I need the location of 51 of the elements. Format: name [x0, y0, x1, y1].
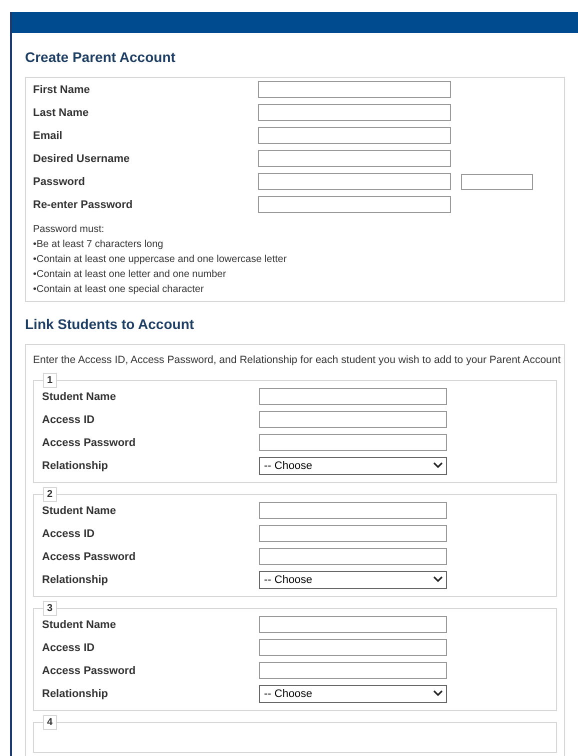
group-number: 3 [43, 600, 57, 616]
text-field[interactable] [259, 524, 447, 542]
field-label: Password [33, 175, 86, 190]
group-number: 1 [43, 372, 57, 388]
relationship-dropdown[interactable]: -- Choose [259, 684, 447, 703]
text-field[interactable] [259, 410, 447, 428]
field-label: Relationship [42, 458, 110, 474]
field-label: Relationship [42, 686, 110, 702]
relationship-dropdown[interactable]: -- Choose [259, 456, 447, 475]
field-label: Student Name [42, 390, 117, 405]
chevron-down-icon [433, 690, 443, 698]
field-label: Access ID [42, 412, 96, 428]
text-field[interactable] [258, 173, 451, 190]
field-label: Re-enter Password [33, 198, 134, 213]
field-label: Access Password [42, 436, 137, 451]
text-field[interactable] [461, 174, 533, 190]
text-field[interactable] [259, 434, 447, 451]
text-field[interactable] [259, 502, 447, 519]
text-field[interactable] [259, 662, 447, 679]
field-label: First Name [33, 83, 91, 98]
text-field[interactable] [258, 104, 451, 121]
password-rule: •Be at least 7 characters long [33, 238, 164, 252]
text-field[interactable] [259, 616, 447, 633]
field-label: Email [33, 129, 64, 144]
password-rule: •Contain at least one uppercase and one lowercase letter [33, 253, 288, 267]
field-label: Student Name [42, 504, 117, 519]
section-title: Create Parent Account [25, 48, 176, 67]
field-label: Last Name [33, 106, 90, 121]
field-label: Access Password [42, 550, 137, 565]
text-field[interactable] [258, 81, 451, 98]
text-field[interactable] [259, 638, 447, 656]
text-field[interactable] [259, 548, 447, 565]
chevron-down-icon [433, 576, 443, 584]
password-rule: •Contain at least one letter and one number [33, 268, 228, 282]
password-rule: Password must: [33, 223, 106, 237]
group-number: 4 [43, 714, 57, 730]
chevron-down-icon [433, 462, 443, 470]
field-label: Access ID [42, 640, 96, 656]
field-label: Student Name [42, 618, 117, 633]
password-rule: •Contain at least one special character [33, 283, 205, 297]
field-label: Access ID [42, 526, 96, 542]
text-field[interactable] [259, 388, 447, 405]
text-field[interactable] [258, 196, 451, 213]
text-field[interactable] [258, 127, 451, 144]
field-label: Desired Username [33, 152, 131, 167]
field-label: Access Password [42, 664, 137, 679]
relationship-dropdown[interactable]: -- Choose [259, 570, 447, 589]
text-field[interactable] [258, 150, 451, 167]
group-number: 2 [43, 486, 57, 502]
field-label: Relationship [42, 572, 110, 588]
section-title: Link Students to Account [25, 315, 196, 334]
